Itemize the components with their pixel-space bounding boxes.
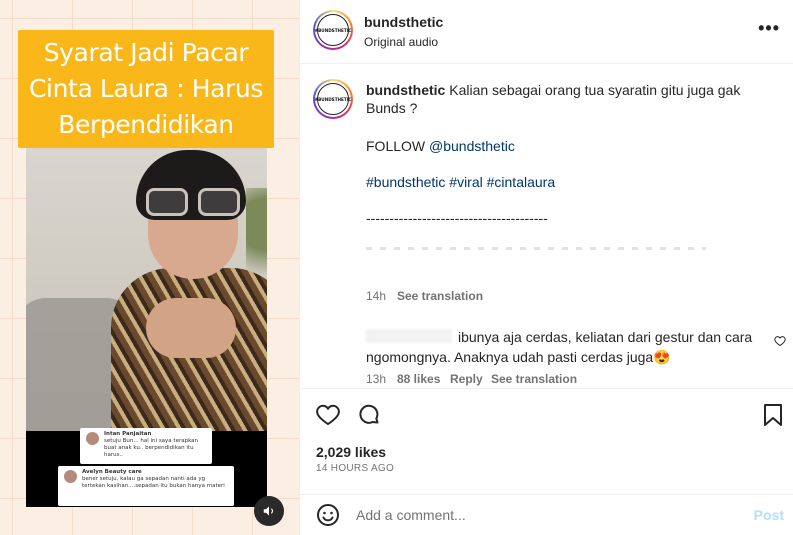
caption-see-translation[interactable]: See translation (397, 289, 483, 303)
comment-time: 13h (366, 372, 387, 386)
overlay-comment-name: Intan Panjaitan (104, 431, 152, 437)
likes-count[interactable]: 2,029 likes (316, 444, 386, 460)
faded-caption-line (366, 247, 706, 250)
overlay-comment-card: Intan Panjaitan setuju Bun... hal ini sa… (80, 428, 212, 464)
comment-like-heart-icon[interactable] (774, 335, 786, 350)
post-actions: 2,029 likes 14 HOURS AGO (300, 388, 793, 488)
comment-input[interactable] (356, 505, 736, 525)
overlay-comment-card: Avelyn Beauty care bener setuju, kalau g… (58, 466, 234, 506)
overlay-comment-text: setuju Bun... hal ini saya terapkan buat… (104, 438, 199, 458)
caption-divider: --------------------------------------- (366, 210, 548, 226)
author-avatar[interactable]: #BUNDSTHETIC (313, 10, 353, 50)
comment-see-translation[interactable]: See translation (491, 372, 577, 386)
heart-icon[interactable] (316, 403, 340, 432)
caption-avatar[interactable]: #BUNDSTHETIC (313, 79, 353, 119)
overlay-avatar (86, 432, 99, 445)
caption-follow-line: FOLLOW @bundsthetic (366, 138, 515, 154)
overlay-comment-text: bener setuju, kalau ga sepadan nanti ada… (82, 476, 225, 489)
person-hands (146, 298, 236, 358)
comment-text: ibunya aja cerdas, keliatan dari gestur … (366, 329, 753, 365)
audio-label[interactable]: Original audio (364, 35, 438, 49)
caption-hashtags[interactable]: #bundsthetic #viral #cintalaura (366, 174, 555, 190)
comment-likes[interactable]: 88 likes (397, 372, 440, 386)
speaker-icon[interactable] (254, 496, 284, 526)
person-glasses (144, 188, 244, 216)
follow-prefix: FOLLOW (366, 138, 430, 154)
caption-time: 14h (366, 289, 387, 303)
more-horizontal-icon[interactable]: ••• (758, 18, 780, 39)
video-caption-text: Syarat Jadi Pacar Cinta Laura : Harus Be… (29, 38, 263, 139)
post-header: #BUNDSTHETIC bundsthetic Original audio … (300, 0, 793, 64)
avatar-logo-text: #BUNDSTHETIC (315, 83, 351, 115)
caption-username[interactable]: bundsthetic (366, 82, 445, 98)
author-username[interactable]: bundsthetic (364, 14, 443, 30)
follow-mention-link[interactable]: @bundsthetic (429, 138, 515, 154)
post-timestamp: 14 HOURS AGO (316, 463, 395, 474)
comment-icon[interactable] (357, 403, 381, 432)
post-button[interactable]: Post (754, 507, 784, 523)
caption-text-block: bundsthetic Kalian sebagai orang tua sya… (366, 81, 766, 117)
emoji-icon[interactable] (316, 503, 340, 533)
overlay-avatar (64, 470, 77, 483)
overlay-comment-name: Avelyn Beauty care (82, 469, 142, 475)
add-comment-bar: Post (300, 494, 793, 535)
video-caption-banner: Syarat Jadi Pacar Cinta Laura : Harus Be… (18, 30, 274, 148)
post-sidebar: #BUNDSTHETIC bundsthetic Original audio … (299, 0, 793, 535)
comments-section[interactable]: #BUNDSTHETIC bundsthetic Kalian sebagai … (300, 65, 793, 387)
comment-reply-button[interactable]: Reply (450, 372, 483, 386)
post-media[interactable]: Syarat Jadi Pacar Cinta Laura : Harus Be… (0, 0, 299, 535)
video-frame[interactable] (26, 148, 267, 431)
bookmark-icon[interactable] (762, 403, 784, 432)
avatar-logo-text: #BUNDSTHETIC (315, 14, 351, 46)
